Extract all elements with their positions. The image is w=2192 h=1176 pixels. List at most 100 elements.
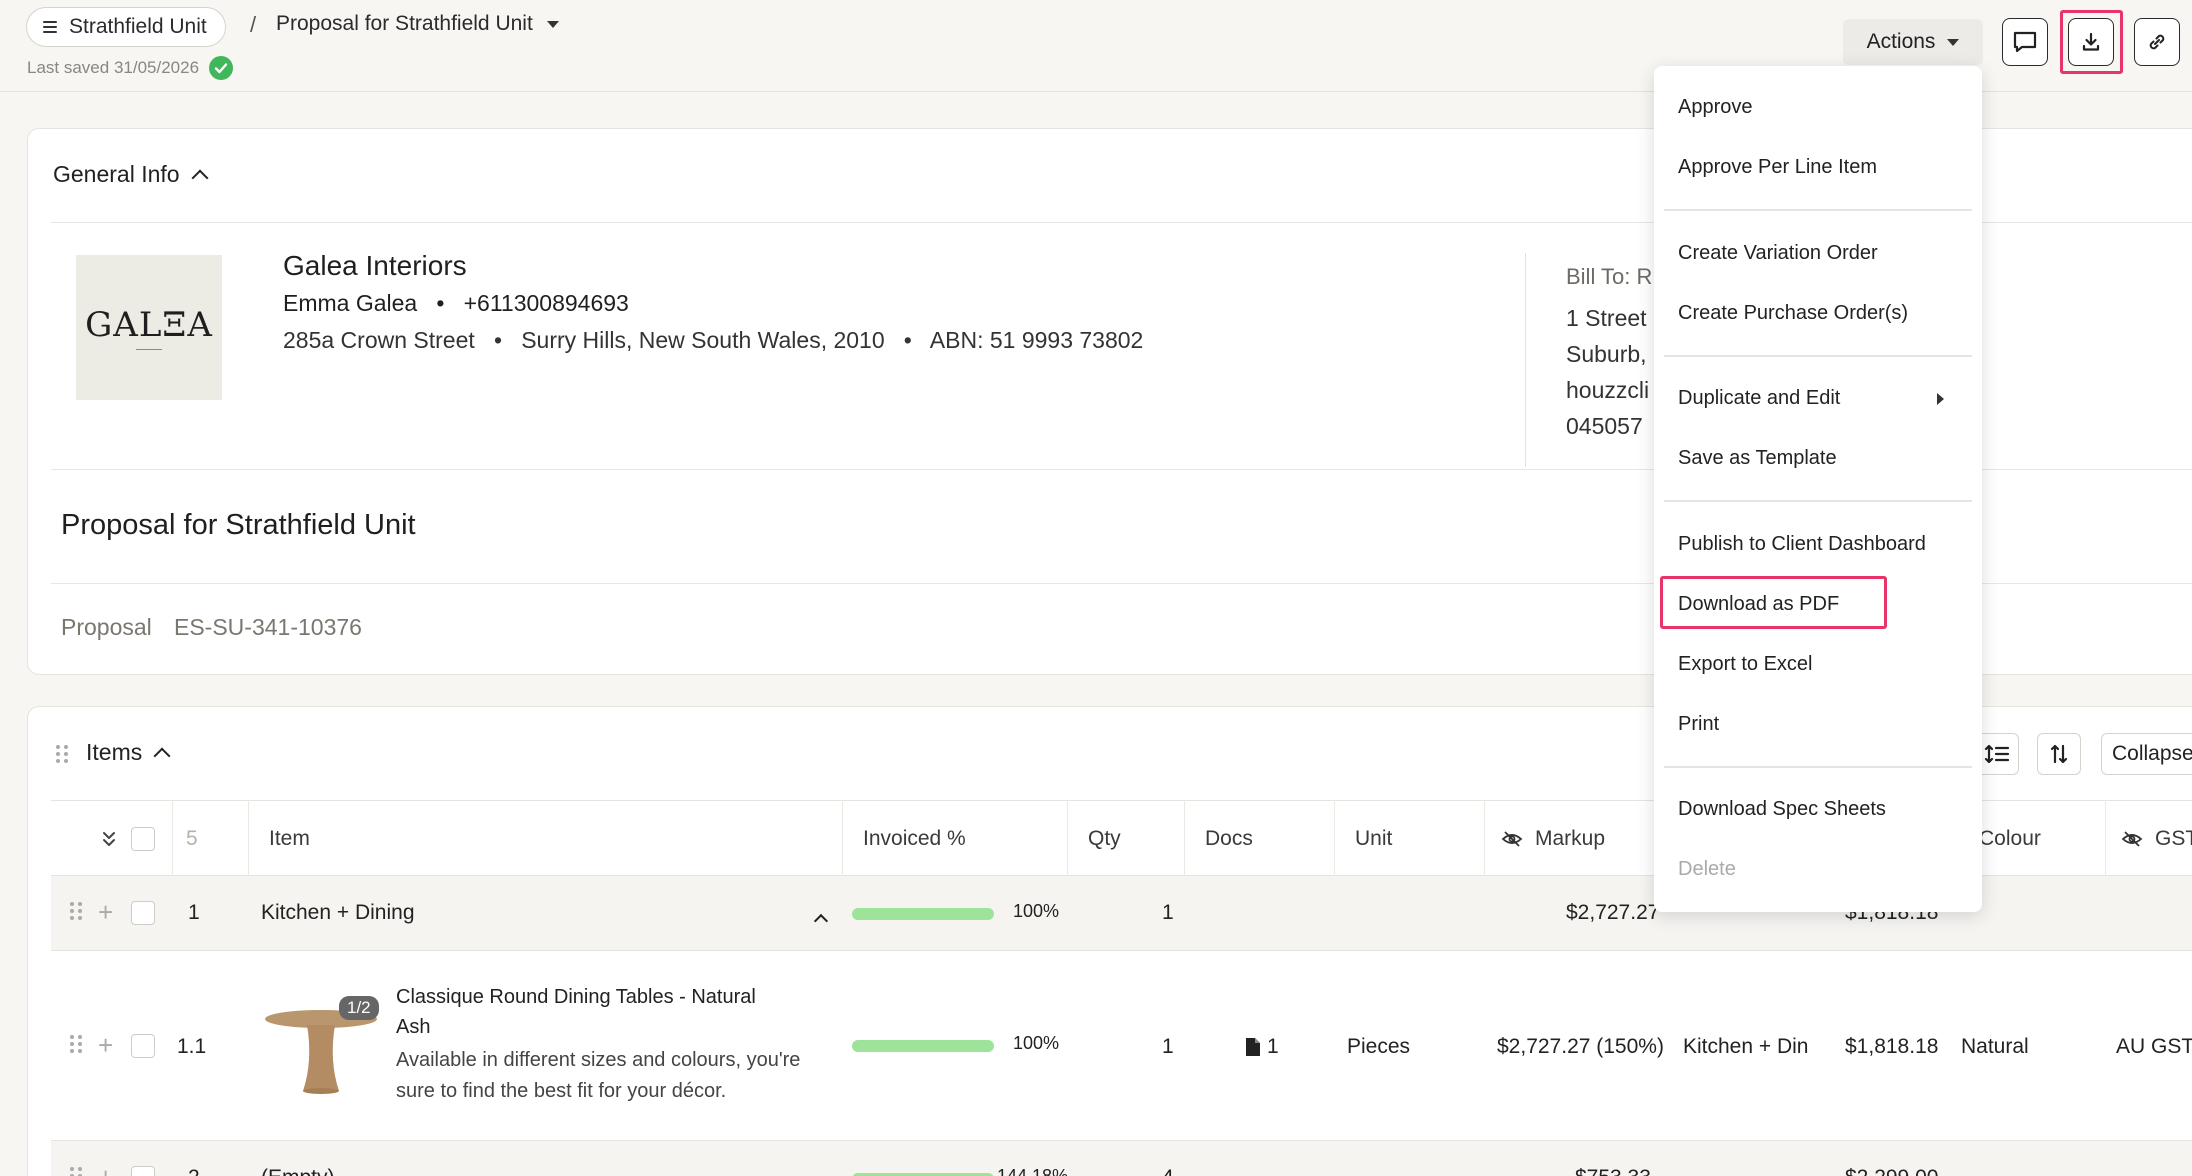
contact-phone: +611300894693 bbox=[463, 290, 629, 316]
bill-to-line: 045057 bbox=[1566, 413, 1643, 439]
address-suburb: Surry Hills, New South Wales, 2010 bbox=[521, 327, 885, 353]
actions-menu: Approve Approve Per Line Item Create Var… bbox=[1654, 66, 1982, 912]
link-icon bbox=[2149, 34, 2165, 50]
table-row[interactable]: + 2 (Empty) 144.18% 4 $753.33 $2,299.00 bbox=[51, 1141, 2192, 1176]
group-name[interactable]: (Empty) bbox=[261, 1166, 335, 1176]
menu-item-download-spec-sheets[interactable]: Download Spec Sheets bbox=[1678, 798, 1886, 821]
menu-divider bbox=[1664, 209, 1972, 211]
column-header-invoiced[interactable]: Invoiced % bbox=[863, 827, 966, 851]
item-name-line2[interactable]: Ash bbox=[396, 1016, 430, 1039]
bill-to-line: Suburb, bbox=[1566, 341, 1647, 367]
row-checkbox[interactable] bbox=[131, 1166, 155, 1176]
proposal-label: Proposal bbox=[61, 614, 152, 640]
add-row-icon[interactable]: + bbox=[98, 1032, 113, 1058]
drag-handle-icon[interactable] bbox=[56, 745, 68, 763]
table-row[interactable]: + 1.1 1/2 Classique Round Dining Tables … bbox=[51, 951, 2192, 1141]
menu-item-download-as-pdf[interactable]: Download as PDF bbox=[1678, 593, 1839, 616]
general-info-title: General Info bbox=[53, 161, 180, 187]
image-count-badge: 1/2 bbox=[339, 996, 379, 1020]
copy-link-button[interactable] bbox=[2134, 18, 2180, 66]
chevron-up-icon[interactable] bbox=[813, 913, 829, 929]
sort-button[interactable] bbox=[2037, 733, 2081, 775]
download-button[interactable] bbox=[2068, 18, 2114, 66]
column-header-markup[interactable]: Markup bbox=[1501, 827, 1605, 851]
chevron-up-icon bbox=[153, 747, 171, 764]
group-name[interactable]: Kitchen + Dining bbox=[261, 901, 415, 925]
download-icon bbox=[2082, 32, 2100, 51]
qty: 1 bbox=[1162, 1035, 1174, 1058]
company-name: Galea Interiors bbox=[283, 250, 467, 281]
document-icon bbox=[1246, 1038, 1260, 1056]
contact-name: Emma Galea bbox=[283, 290, 418, 316]
company-logo: GALΞA bbox=[76, 255, 222, 400]
invoiced-progress-bar bbox=[852, 908, 994, 920]
item-description-line2: sure to find the best fit for your décor… bbox=[396, 1080, 727, 1102]
actions-label: Actions bbox=[1866, 30, 1936, 53]
company-address: 285a Crown Street • Surry Hills, New Sou… bbox=[283, 327, 1144, 353]
invoiced-percent: 100% bbox=[1013, 901, 1060, 921]
row-checkbox[interactable] bbox=[131, 1034, 155, 1058]
bill-to-label: Bill To: R bbox=[1566, 264, 1653, 289]
select-all-checkbox[interactable] bbox=[131, 827, 155, 851]
column-header-item[interactable]: Item bbox=[269, 827, 310, 851]
row-number: 1 bbox=[188, 901, 200, 924]
drag-handle-icon[interactable] bbox=[70, 902, 82, 920]
cost: $2,299.00 bbox=[1845, 1166, 1938, 1176]
unit: Pieces bbox=[1347, 1035, 1411, 1058]
bill-to-line: houzzcli bbox=[1566, 377, 1650, 403]
menu-item-save-as-template[interactable]: Save as Template bbox=[1678, 447, 1837, 470]
chevron-down-icon bbox=[546, 20, 559, 28]
menu-item-create-purchase-orders[interactable]: Create Purchase Order(s) bbox=[1678, 302, 1908, 325]
menu-item-export-to-excel[interactable]: Export to Excel bbox=[1678, 653, 1813, 676]
add-row-icon[interactable]: + bbox=[98, 899, 113, 925]
column-header-qty[interactable]: Qty bbox=[1088, 827, 1121, 851]
menu-divider bbox=[1664, 355, 1972, 357]
line-spacing-icon bbox=[1984, 744, 2010, 764]
menu-item-approve[interactable]: Approve bbox=[1678, 96, 1753, 119]
breadcrumb-separator: / bbox=[250, 12, 257, 37]
collapse-button[interactable]: Collapse bbox=[2101, 733, 2192, 775]
markup: $2,727.27 (150%) bbox=[1497, 1035, 1664, 1058]
cost: $1,818.18 bbox=[1845, 1035, 1939, 1058]
menu-item-print[interactable]: Print bbox=[1678, 713, 1719, 736]
markup: $2,727.27 bbox=[1566, 901, 1660, 924]
docs-count[interactable]: 1 bbox=[1245, 1035, 1279, 1059]
column-header-colour[interactable]: Colour bbox=[1979, 827, 2041, 851]
chevron-right-icon bbox=[1937, 393, 1944, 405]
actions-button[interactable]: Actions bbox=[1843, 19, 1983, 65]
eye-off-icon bbox=[2121, 831, 2143, 847]
menu-item-duplicate-and-edit[interactable]: Duplicate and Edit bbox=[1678, 387, 1840, 410]
markup: $753.33 bbox=[1575, 1166, 1651, 1176]
menu-divider bbox=[1664, 766, 1972, 768]
general-info-toggle[interactable]: General Info bbox=[53, 161, 209, 188]
drag-handle-icon[interactable] bbox=[70, 1167, 82, 1176]
document-title-dropdown[interactable]: Proposal for Strathfield Unit bbox=[276, 12, 559, 36]
expand-all-icon[interactable] bbox=[101, 830, 117, 848]
last-saved-text: Last saved 31/05/2026 bbox=[27, 58, 200, 77]
menu-item-approve-per-line-item[interactable]: Approve Per Line Item bbox=[1678, 156, 1877, 179]
menu-item-delete: Delete bbox=[1678, 858, 1736, 880]
comment-button[interactable] bbox=[2002, 18, 2048, 66]
colour: Natural bbox=[1961, 1035, 2029, 1058]
gst: AU GST bbox=[2116, 1035, 2192, 1058]
column-header-docs[interactable]: Docs bbox=[1205, 827, 1253, 851]
items-toggle[interactable]: Items bbox=[86, 739, 171, 766]
menu-divider bbox=[1664, 500, 1972, 502]
item-name-line1[interactable]: Classique Round Dining Tables - Natural bbox=[396, 986, 756, 1009]
company-abn: ABN: 51 9993 73802 bbox=[929, 327, 1144, 353]
row-number: 1.1 bbox=[177, 1035, 207, 1058]
column-header-gst[interactable]: GST bbox=[2121, 827, 2192, 851]
project-breadcrumb-button[interactable]: Strathfield Unit bbox=[26, 7, 226, 47]
column-header-unit[interactable]: Unit bbox=[1355, 827, 1392, 851]
menu-icon bbox=[43, 21, 57, 33]
add-row-icon[interactable]: + bbox=[98, 1164, 113, 1176]
drag-handle-icon[interactable] bbox=[70, 1035, 82, 1053]
item-description-line1: Available in different sizes and colours… bbox=[396, 1049, 801, 1071]
group: Kitchen + Din bbox=[1683, 1035, 1809, 1058]
menu-item-publish-to-client-dashboard[interactable]: Publish to Client Dashboard bbox=[1678, 533, 1926, 556]
item-count: 5 bbox=[186, 827, 198, 850]
menu-item-create-variation-order[interactable]: Create Variation Order bbox=[1678, 242, 1878, 265]
proposal-number: ES-SU-341-10376 bbox=[174, 614, 362, 640]
row-checkbox[interactable] bbox=[131, 901, 155, 925]
proposal-title: Proposal for Strathfield Unit bbox=[61, 509, 416, 541]
